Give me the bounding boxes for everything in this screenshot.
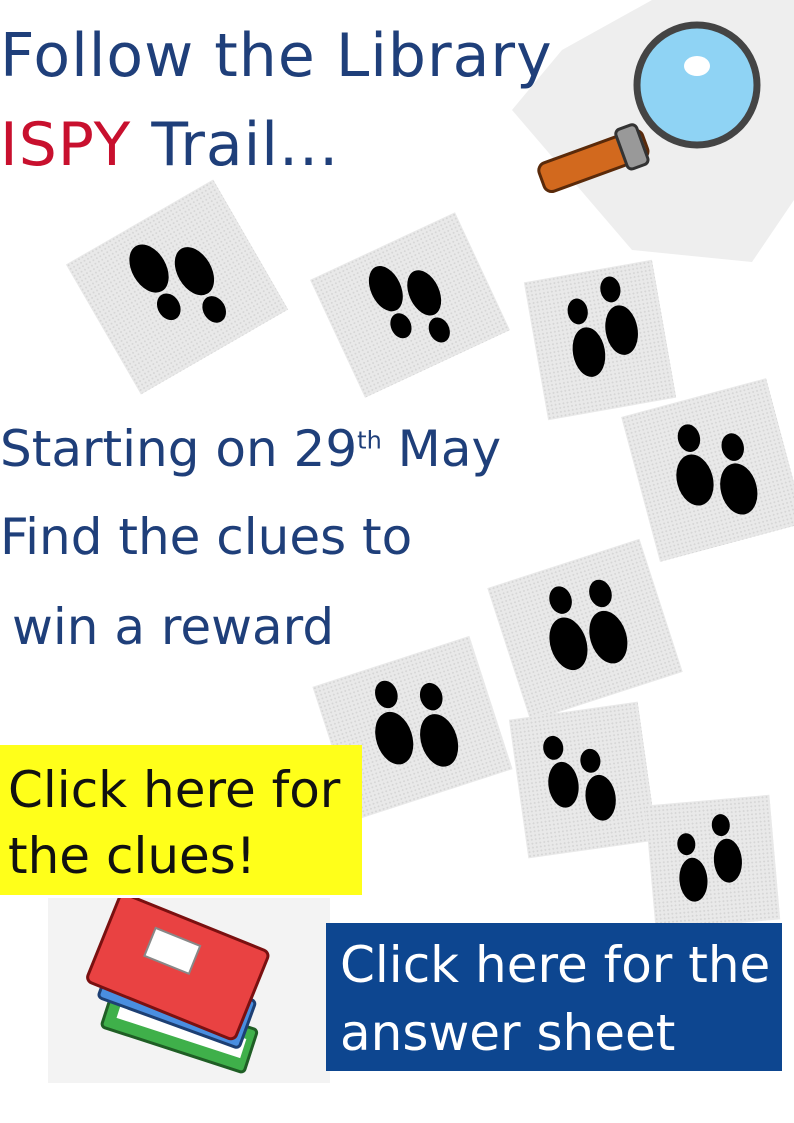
footprints-icon bbox=[487, 538, 683, 722]
title-line-1: Follow the Library bbox=[0, 21, 553, 91]
trail-word: Trail... bbox=[131, 110, 340, 180]
start-date-prefix: Starting on 29 bbox=[0, 420, 358, 478]
ispy-word: ISPY bbox=[0, 110, 132, 180]
start-date-text: Starting on 29th May bbox=[0, 424, 501, 474]
page-subtitle: ISPY Trail... bbox=[0, 115, 339, 175]
page-title: Follow the Library bbox=[0, 26, 553, 86]
start-date-month: May bbox=[381, 420, 502, 478]
start-date-suffix: th bbox=[357, 426, 382, 455]
footprints-icon bbox=[644, 794, 781, 931]
answer-button-label-1: Click here for the bbox=[340, 936, 771, 994]
answer-sheet-button[interactable]: Click here for the answer sheet bbox=[326, 923, 782, 1071]
books-icon bbox=[48, 892, 330, 1083]
footprints-icon bbox=[523, 259, 677, 421]
magnifying-glass-icon bbox=[512, 0, 794, 262]
answer-button-label-2: answer sheet bbox=[340, 1004, 676, 1062]
footprints-icon bbox=[65, 179, 289, 395]
clues-button[interactable]: Click here for the clues! bbox=[0, 745, 362, 895]
clues-button-label-1: Click here for bbox=[8, 761, 341, 819]
win-reward-text: win a reward bbox=[12, 598, 335, 656]
footprints-icon bbox=[310, 212, 510, 398]
clues-button-label-2: the clues! bbox=[8, 827, 256, 885]
find-clues-text: Find the clues to bbox=[0, 508, 413, 566]
footprints-icon bbox=[621, 378, 794, 562]
footprints-icon bbox=[508, 701, 658, 859]
